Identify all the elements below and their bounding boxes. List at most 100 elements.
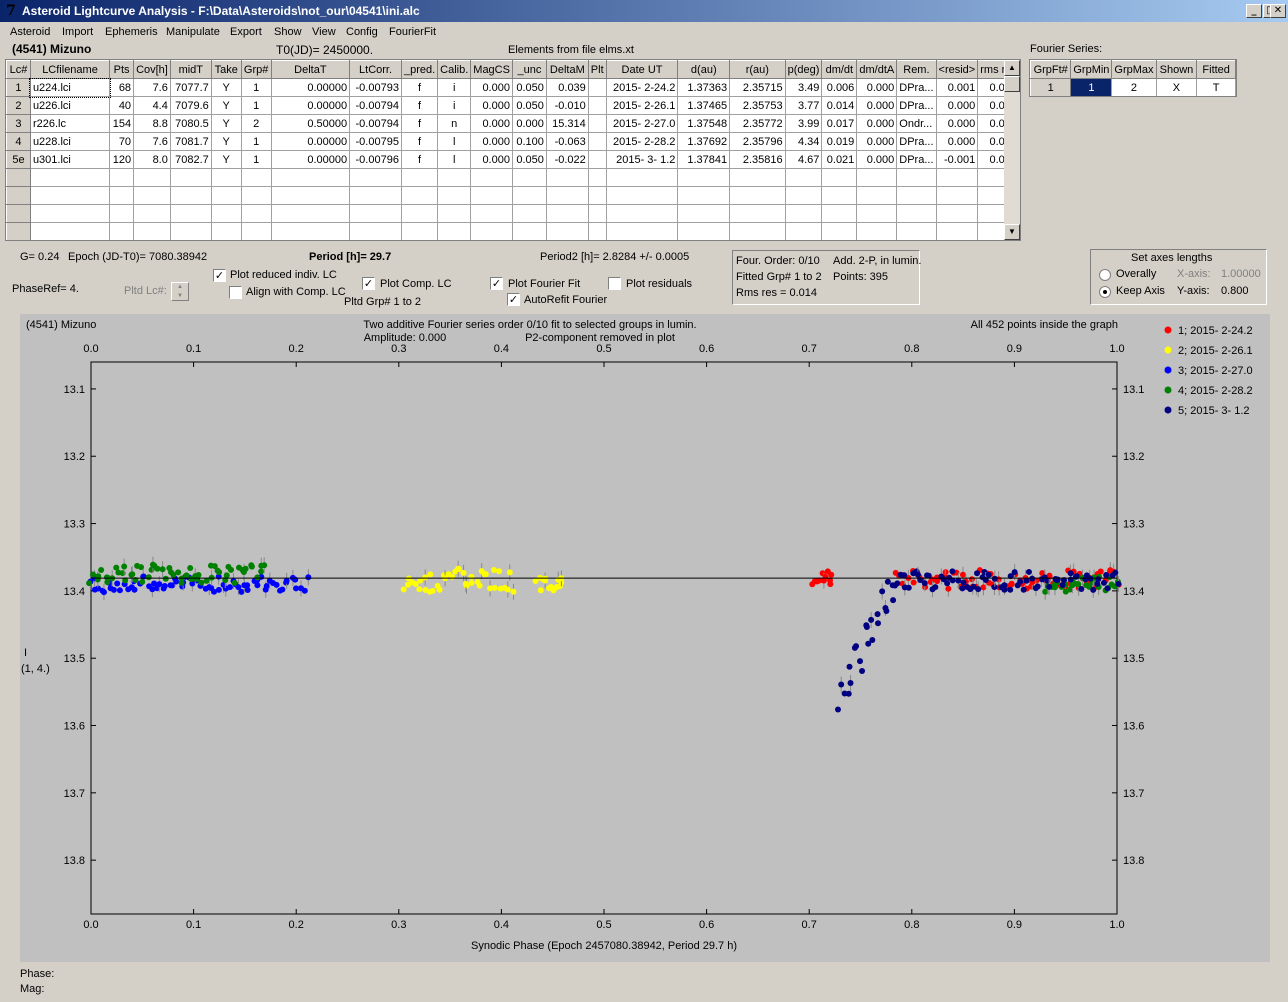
- lc-cell[interactable]: [587, 78, 607, 97]
- scroll-down-icon[interactable]: ▼: [1004, 224, 1020, 240]
- lc-cell[interactable]: Ondr...: [896, 114, 937, 133]
- lc-cell[interactable]: f: [400, 150, 439, 169]
- lc-cell[interactable]: l: [437, 132, 472, 151]
- lc-cell[interactable]: i: [437, 78, 472, 97]
- lc-cell[interactable]: 15.314: [545, 114, 589, 133]
- lc-cell[interactable]: f: [400, 96, 439, 115]
- lc-cell[interactable]: 2: [6, 96, 31, 115]
- lc-cell[interactable]: [856, 204, 898, 223]
- lc-cell[interactable]: 0.00000: [270, 78, 351, 97]
- lc-cell[interactable]: 2: [240, 114, 272, 133]
- lc-cell[interactable]: l: [437, 150, 472, 169]
- lc-cell[interactable]: [821, 204, 858, 223]
- lc-cell[interactable]: 0.001: [935, 78, 979, 97]
- lc-cell[interactable]: 0.000: [856, 96, 898, 115]
- lc-cell[interactable]: [133, 168, 171, 187]
- lc-cell[interactable]: n: [437, 114, 472, 133]
- menu-view[interactable]: View: [312, 26, 336, 38]
- lc-cell[interactable]: f: [400, 78, 439, 97]
- lc-cell[interactable]: [677, 222, 731, 240]
- scroll-up-icon[interactable]: ▲: [1004, 60, 1020, 76]
- lc-cell[interactable]: 0.000: [470, 96, 513, 115]
- lc-table-row[interactable]: 1 u224.lci 68 7.6 7077.7 Y 1 0.00000 -0.00793 f i 0…: [6, 77, 1020, 98]
- lc-cell[interactable]: 0.000: [856, 78, 898, 97]
- lc-cell[interactable]: 7077.7: [169, 78, 212, 97]
- lc-cell[interactable]: [935, 186, 979, 205]
- lc-cell[interactable]: [856, 168, 898, 187]
- lc-cell[interactable]: 1: [240, 132, 272, 151]
- lc-cell[interactable]: [545, 186, 589, 205]
- lc-table-scrollbar[interactable]: ▲ ▼: [1004, 60, 1020, 240]
- lc-cell[interactable]: -0.00796: [349, 150, 402, 169]
- lc-cell[interactable]: [270, 204, 351, 223]
- lc-col-header[interactable]: Pts: [109, 60, 135, 79]
- lc-cell[interactable]: 7.6: [133, 78, 171, 97]
- lc-cell[interactable]: [821, 222, 858, 240]
- lc-cell[interactable]: [856, 186, 898, 205]
- lc-cell[interactable]: [210, 186, 242, 205]
- lc-cell[interactable]: [349, 204, 402, 223]
- lc-cell[interactable]: 1: [240, 96, 272, 115]
- lc-cell[interactable]: Y: [210, 96, 242, 115]
- menu-export[interactable]: Export: [230, 26, 262, 38]
- lc-cell[interactable]: [169, 186, 212, 205]
- lc-cell[interactable]: [545, 222, 589, 240]
- lc-table-row[interactable]: 2 u226.lci 40 4.4 7079.6 Y 1 0.00000 -0.00794 f i 0…: [6, 96, 1020, 115]
- lc-cell[interactable]: [437, 204, 472, 223]
- lc-cell[interactable]: [784, 204, 823, 223]
- lc-cell[interactable]: u226.lci: [29, 96, 111, 115]
- lc-cell[interactable]: u228.lci: [29, 132, 111, 151]
- lc-col-header[interactable]: Calib.: [437, 60, 472, 79]
- plot-fourier-checkbox[interactable]: ✓: [490, 277, 503, 290]
- lc-cell[interactable]: 0.000: [935, 114, 979, 133]
- lc-cell[interactable]: 7081.7: [169, 132, 212, 151]
- menu-config[interactable]: Config: [346, 26, 378, 38]
- lc-cell[interactable]: 2.35772: [729, 114, 786, 133]
- lc-cell[interactable]: [511, 204, 547, 223]
- lc-cell[interactable]: 1.37465: [677, 96, 731, 115]
- x-axis-input[interactable]: 1.00000: [1221, 268, 1261, 280]
- lc-cell[interactable]: [349, 222, 402, 240]
- lc-cell[interactable]: DPra...: [896, 150, 937, 169]
- scroll-thumb[interactable]: [1004, 76, 1020, 92]
- lc-cell[interactable]: [349, 168, 402, 187]
- lc-cell[interactable]: [470, 222, 513, 240]
- lc-cell[interactable]: -0.063: [545, 132, 589, 151]
- lc-cell[interactable]: [587, 204, 607, 223]
- fourier-cell-shown[interactable]: X: [1155, 78, 1198, 96]
- lc-cell[interactable]: 0.000: [856, 150, 898, 169]
- lc-cell[interactable]: 1.37841: [677, 150, 731, 169]
- menu-ephemeris[interactable]: Ephemeris: [105, 26, 158, 38]
- lc-cell[interactable]: 1: [6, 78, 31, 97]
- lc-table-row[interactable]: 5e u301.lci 120 8.0 7082.7 Y 1 0.00000 -0.00796 f…: [6, 150, 1020, 169]
- lc-cell[interactable]: 0.000: [470, 114, 513, 133]
- lc-cell[interactable]: [6, 222, 31, 240]
- lc-cell[interactable]: -0.00793: [349, 78, 402, 97]
- lc-cell[interactable]: 0.000: [470, 78, 513, 97]
- lc-col-header[interactable]: dm/dt: [821, 60, 858, 79]
- lc-cell[interactable]: 0.006: [821, 78, 858, 97]
- lc-cell[interactable]: [109, 204, 135, 223]
- lc-cell[interactable]: [133, 222, 171, 240]
- lc-cell[interactable]: 0.100: [511, 132, 547, 151]
- lc-cell[interactable]: 2015- 2-27.0: [605, 114, 679, 133]
- lc-cell[interactable]: [400, 168, 439, 187]
- lc-cell[interactable]: 0.050: [511, 150, 547, 169]
- lc-table-row[interactable]: 4 u228.lci 70 7.6 7081.7 Y 1 0.00000 -0.00795 f l 0…: [6, 132, 1020, 151]
- lc-table-empty-row[interactable]: [6, 168, 1020, 187]
- lc-cell[interactable]: 0.000: [935, 96, 979, 115]
- lc-cell[interactable]: -0.00795: [349, 132, 402, 151]
- menu-manipulate[interactable]: Manipulate: [166, 26, 220, 38]
- lc-cell[interactable]: [605, 204, 679, 223]
- lc-table-empty-row[interactable]: [6, 204, 1020, 223]
- lc-cell[interactable]: 2015- 2-24.2: [605, 78, 679, 97]
- lc-cell[interactable]: -0.010: [545, 96, 589, 115]
- lc-cell[interactable]: [210, 168, 242, 187]
- lc-cell[interactable]: [729, 168, 786, 187]
- lc-cell[interactable]: [784, 186, 823, 205]
- lc-cell[interactable]: [729, 222, 786, 240]
- lc-col-header[interactable]: Rem.: [896, 60, 937, 79]
- lc-cell[interactable]: [587, 186, 607, 205]
- lc-cell[interactable]: 0.00000: [270, 96, 351, 115]
- lc-cell[interactable]: -0.022: [545, 150, 589, 169]
